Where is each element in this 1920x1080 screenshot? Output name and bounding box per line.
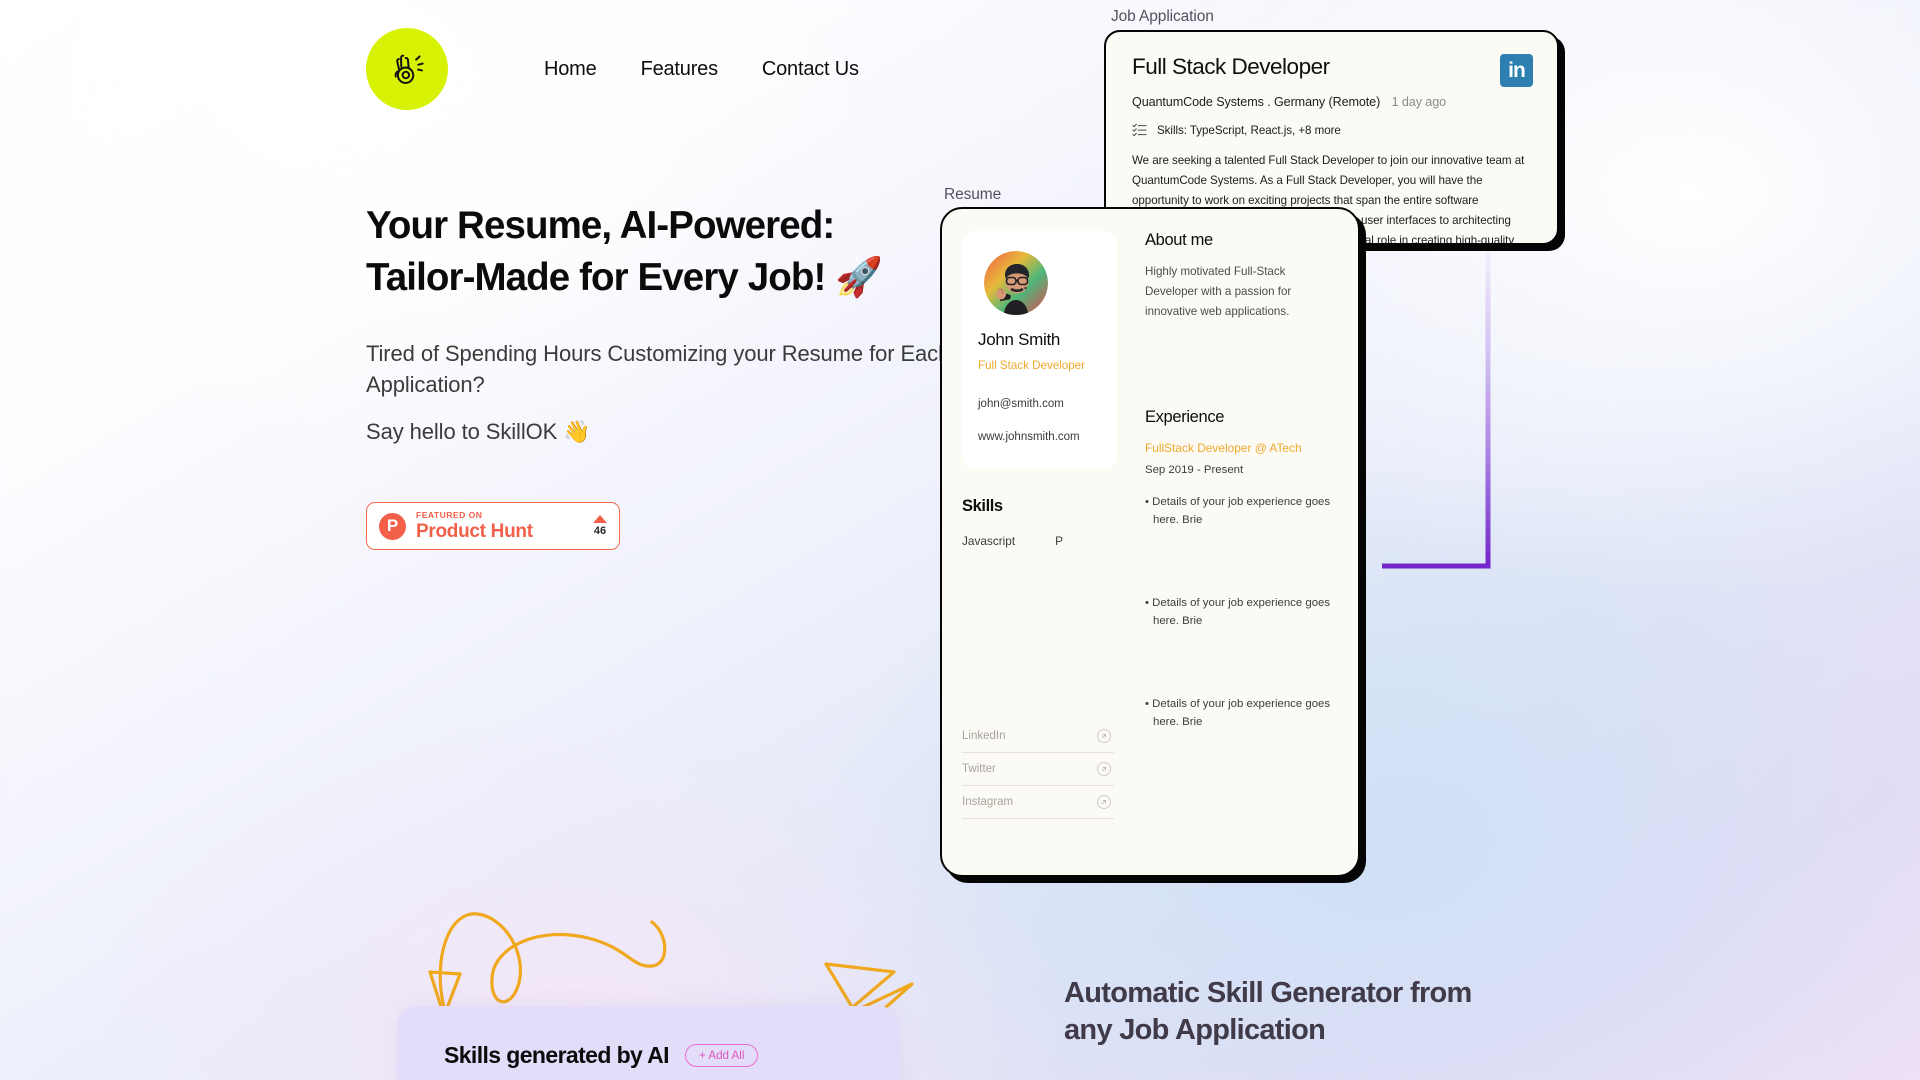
ai-skills-card[interactable]: Skills generated by AI + Add All These s… <box>397 1006 899 1080</box>
social-link-linkedin[interactable]: LinkedIn <box>962 720 1114 753</box>
job-skills-row: Skills: TypeScript, React.js, +8 more <box>1132 123 1533 137</box>
resume-left-column: John Smith Full Stack Developer john@smi… <box>942 209 1117 875</box>
hero-heading-line1: Your Resume, AI-Powered: <box>366 204 835 247</box>
main-navigation: Home Features Contact Us <box>366 28 859 110</box>
hero-section: Your Resume, AI-Powered: Tailor-Made for… <box>366 200 1026 447</box>
product-hunt-badge[interactable]: P FEATURED ON Product Hunt 46 <box>366 502 620 550</box>
about-me-heading: About me <box>1145 231 1213 249</box>
linkedin-letters: in <box>1508 59 1526 82</box>
social-link-twitter[interactable]: Twitter <box>962 753 1114 786</box>
social-label: Instagram <box>962 796 1014 808</box>
hero-sub-line3: Say hello to SkillOK <box>366 419 558 445</box>
job-meta: QuantumCode Systems . Germany (Remote) 1… <box>1132 95 1533 109</box>
external-link-arrow-icon <box>1097 762 1111 776</box>
purple-corner-bracket-icon <box>1382 240 1491 569</box>
ai-skills-header: Skills generated by AI + Add All <box>444 1042 899 1069</box>
wave-emoji: 👋 <box>563 419 591 445</box>
social-link-instagram[interactable]: Instagram <box>962 786 1114 819</box>
resume-right-column: About me Highly motivated Full-Stack Dev… <box>1117 209 1358 875</box>
job-card-label: Job Application <box>1111 8 1214 25</box>
resume-email: john@smith.com <box>978 398 1064 410</box>
ai-skills-title: Skills generated by AI <box>444 1042 670 1068</box>
job-company-location: QuantumCode Systems . Germany (Remote) <box>1132 95 1381 109</box>
experience-bullet: • Details of your job experience goes he… <box>1145 596 1331 628</box>
resume-card[interactable]: John Smith Full Stack Developer john@smi… <box>940 207 1360 877</box>
resume-role: Full Stack Developer <box>978 359 1085 372</box>
resume-card-label: Resume <box>944 186 1002 203</box>
section-heading-line2: any Job Application <box>1064 1014 1326 1047</box>
job-card-header: Full Stack Developer in <box>1132 54 1533 87</box>
resume-skill-item: Javascript <box>962 534 1016 548</box>
resume-skill-item: P <box>1055 534 1063 548</box>
checklist-icon <box>1132 123 1147 137</box>
squiggle-arrow-icon <box>428 912 667 1018</box>
social-label: Twitter <box>962 763 996 775</box>
about-me-text: Highly motivated Full-Stack Developer wi… <box>1145 265 1292 318</box>
experience-role: FullStack Developer @ ATech <box>1145 440 1302 455</box>
social-label: LinkedIn <box>962 730 1006 742</box>
resume-skills-heading: Skills <box>962 497 1003 515</box>
nav-item-home[interactable]: Home <box>544 58 597 81</box>
add-all-button[interactable]: + Add All <box>684 1044 759 1067</box>
resume-website: www.johnsmith.com <box>978 431 1080 443</box>
hero-heading-line2: Tailor-Made for Every Job! <box>366 256 826 300</box>
product-hunt-name: Product Hunt <box>416 521 533 543</box>
resume-name: John Smith <box>978 330 1061 349</box>
job-title: Full Stack Developer <box>1132 54 1330 79</box>
hero-sub-line1: Tired of Spending Hours Customizing your… <box>366 340 864 366</box>
experience-bullet: • Details of your job experience goes he… <box>1145 495 1331 527</box>
external-link-arrow-icon <box>1097 729 1111 743</box>
upvote-count: 46 <box>593 525 607 537</box>
product-hunt-text: FEATURED ON Product Hunt <box>416 511 583 542</box>
nav-item-features[interactable]: Features <box>641 58 719 81</box>
job-skills-text: Skills: TypeScript, React.js, +8 more <box>1157 123 1341 137</box>
experience-date: Sep 2019 - Present <box>1145 463 1244 476</box>
upvote-triangle-icon <box>593 515 607 523</box>
product-hunt-logo-icon: P <box>379 512 406 540</box>
user-avatar-icon <box>984 251 1048 315</box>
hero-subtitle: Tired of Spending Hours Customizing your… <box>366 338 1026 448</box>
linkedin-icon[interactable]: in <box>1500 54 1533 87</box>
nav-item-contact-us[interactable]: Contact Us <box>762 58 859 81</box>
job-posted-time: 1 day ago <box>1391 95 1447 109</box>
resume-profile-block: John Smith Full Stack Developer john@smi… <box>962 231 1117 469</box>
experience-bullet: • Details of your job experience goes he… <box>1145 697 1331 729</box>
resume-social-links: LinkedIn Twitter Instagram <box>962 720 1114 819</box>
page-title: Your Resume, AI-Powered: Tailor-Made for… <box>366 200 1026 305</box>
rocket-emoji: 🚀 <box>835 256 883 300</box>
nav-links: Home Features Contact Us <box>544 58 859 81</box>
product-hunt-featured-label: FEATURED ON <box>416 509 483 520</box>
section-heading: Automatic Skill Generator from any Job A… <box>1064 975 1584 1049</box>
ok-hand-icon <box>394 54 424 84</box>
brand-logo[interactable] <box>366 28 448 110</box>
external-link-arrow-icon <box>1097 795 1111 809</box>
resume-skills-list: Javascript P <box>962 534 1117 548</box>
section-heading-line1: Automatic Skill Generator from <box>1064 977 1472 1009</box>
experience-heading: Experience <box>1145 407 1225 426</box>
product-hunt-upvote[interactable]: 46 <box>593 515 607 537</box>
experience-entry: FullStack Developer @ ATech Sep 2019 - P… <box>1145 441 1338 732</box>
